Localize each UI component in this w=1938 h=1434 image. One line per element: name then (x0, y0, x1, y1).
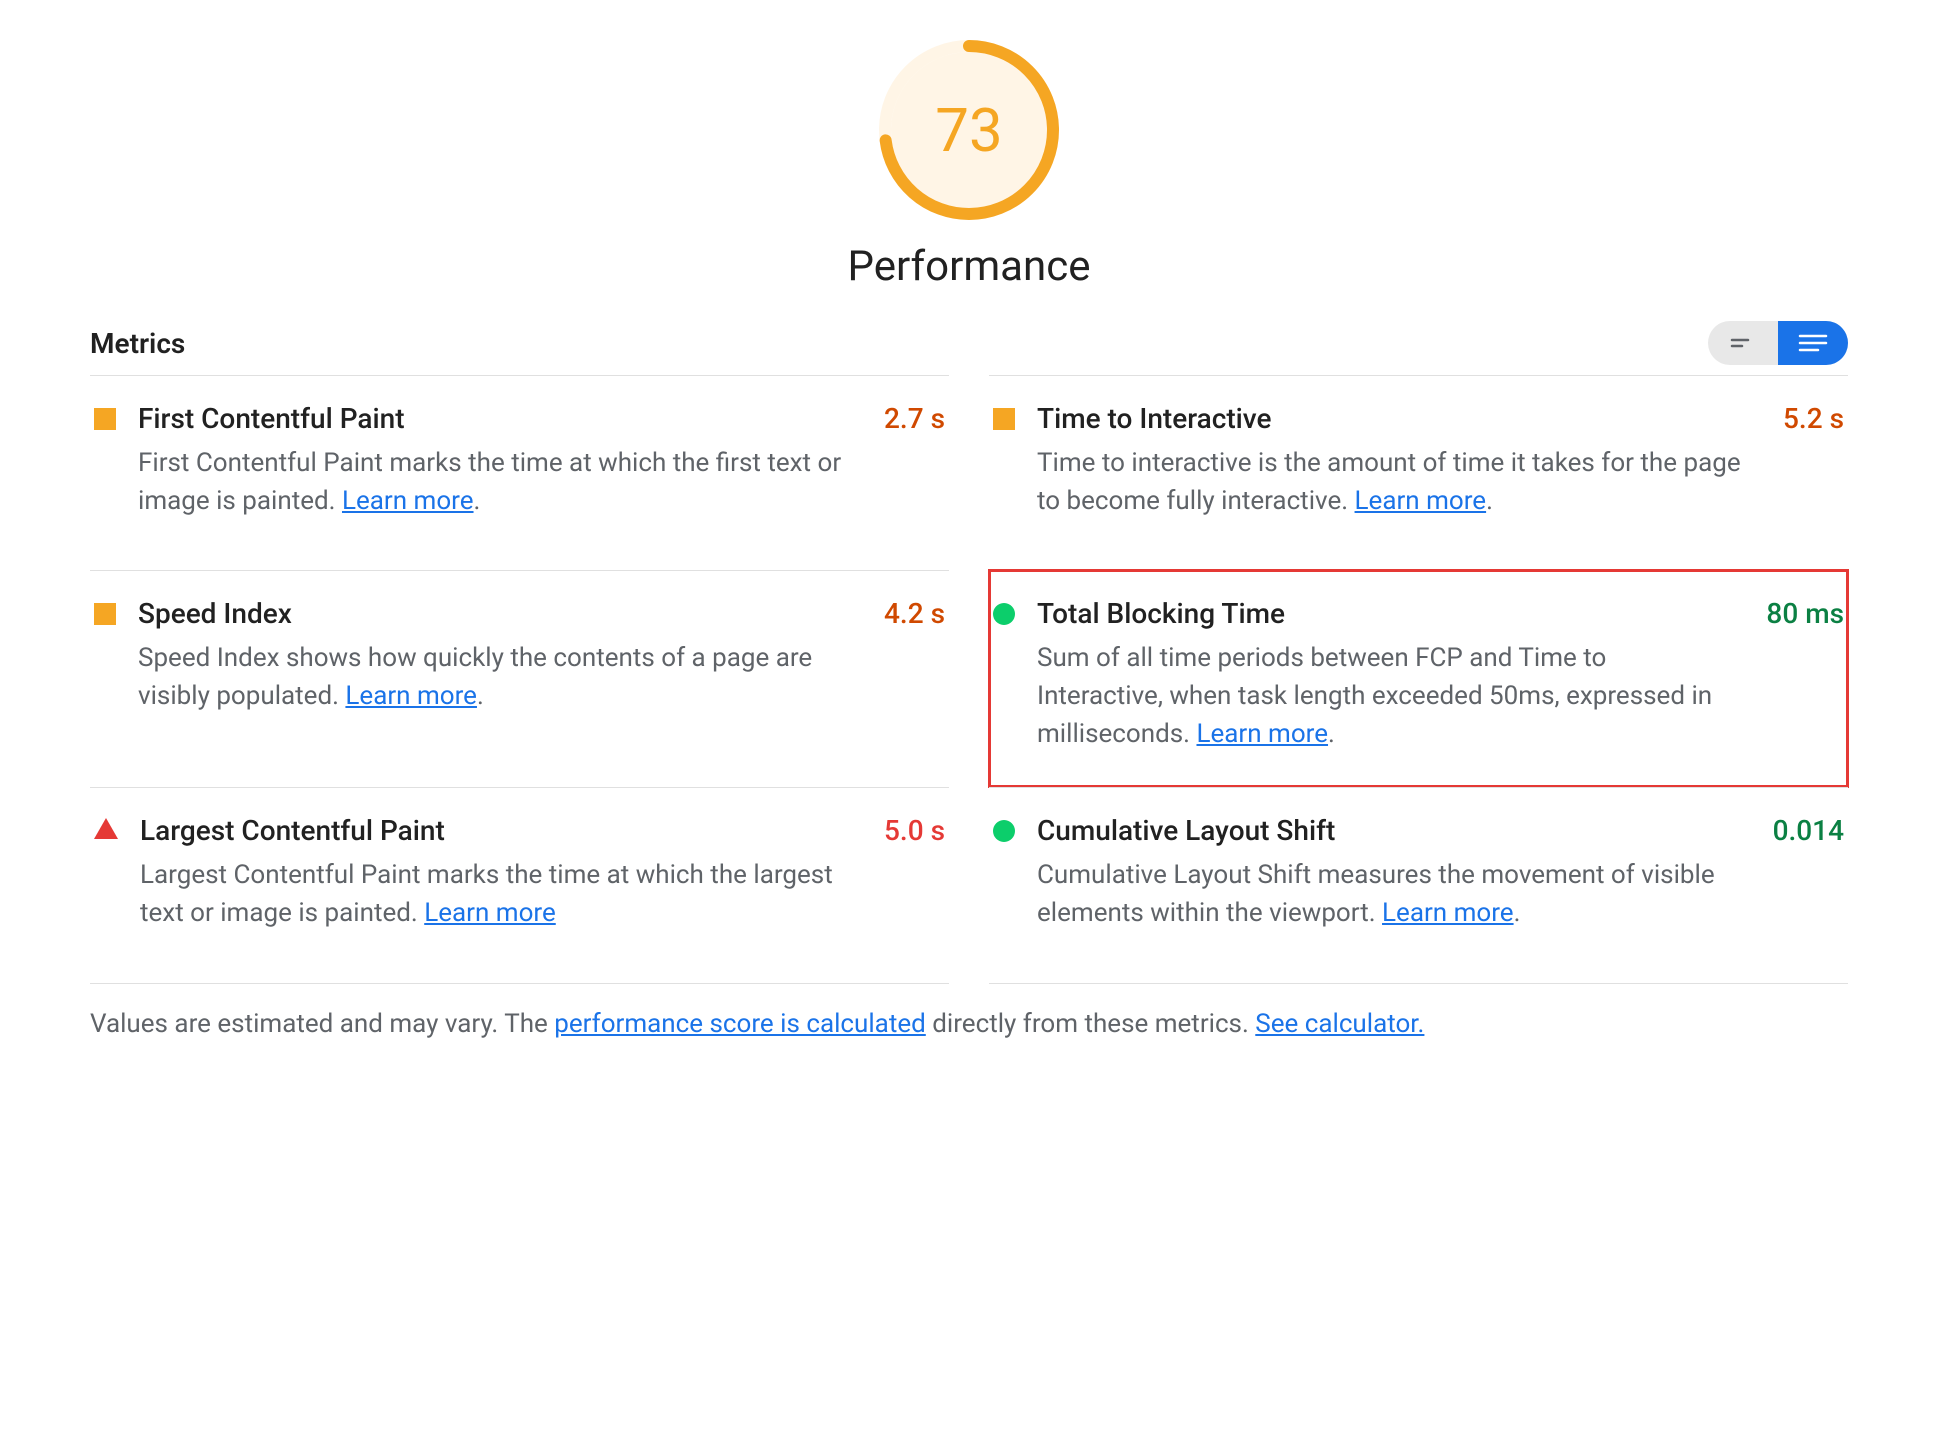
learn-more-link[interactable]: Learn more (424, 898, 556, 928)
toggle-collapsed-button[interactable] (1708, 321, 1778, 365)
learn-more-link[interactable]: Learn more (1196, 719, 1328, 749)
metric-title: Cumulative Layout Shift (1037, 814, 1737, 847)
learn-more-link[interactable]: Learn more (1382, 898, 1514, 928)
score-gauge: 73 (879, 40, 1059, 220)
status-pass-icon (993, 603, 1015, 625)
metric-description: Time to interactive is the amount of tim… (1037, 445, 1747, 520)
category-title: Performance (848, 242, 1091, 291)
view-toggle (1708, 321, 1848, 365)
performance-score-link[interactable]: performance score is calculated (554, 1009, 926, 1039)
learn-more-link[interactable]: Learn more (345, 681, 477, 711)
footer-note: Values are estimated and may vary. The p… (90, 1006, 1848, 1042)
metric-lcp: Largest Contentful Paint Largest Content… (90, 787, 949, 982)
metric-description: Cumulative Layout Shift measures the mov… (1037, 857, 1737, 932)
gauge-score: 73 (879, 40, 1059, 220)
metric-title: Total Blocking Time (1037, 597, 1730, 630)
metric-description: Largest Contentful Paint marks the time … (140, 857, 848, 932)
metric-value: 2.7 s (870, 402, 945, 520)
metric-value: 4.2 s (870, 597, 945, 737)
metrics-heading: Metrics (90, 327, 185, 360)
metric-speed-index: Speed Index Speed Index shows how quickl… (90, 570, 949, 787)
divider (989, 983, 1848, 984)
list-long-icon (1798, 332, 1828, 354)
divider (90, 983, 949, 984)
performance-gauge: 73 Performance (90, 40, 1848, 291)
status-average-icon (94, 603, 116, 625)
metric-value: 80 ms (1752, 597, 1844, 753)
metric-value: 0.014 (1759, 814, 1844, 932)
metric-value: 5.0 s (870, 814, 945, 932)
metric-value: 5.2 s (1769, 402, 1844, 520)
metric-description: First Contentful Paint marks the time at… (138, 445, 848, 520)
list-short-icon (1730, 333, 1756, 353)
metric-title: First Contentful Paint (138, 402, 848, 435)
status-fail-icon (94, 818, 118, 839)
metric-tti: Time to Interactive Time to interactive … (989, 375, 1848, 570)
metric-tbt: Total Blocking Time Sum of all time peri… (989, 570, 1848, 787)
status-average-icon (94, 408, 116, 430)
toggle-expanded-button[interactable] (1778, 321, 1848, 365)
learn-more-link[interactable]: Learn more (342, 486, 474, 516)
metric-fcp: First Contentful Paint First Contentful … (90, 375, 949, 570)
status-pass-icon (993, 820, 1015, 842)
status-average-icon (993, 408, 1015, 430)
metric-title: Largest Contentful Paint (140, 814, 848, 847)
metrics-grid: First Contentful Paint First Contentful … (90, 375, 1848, 984)
learn-more-link[interactable]: Learn more (1355, 486, 1487, 516)
metric-title: Speed Index (138, 597, 848, 630)
metric-description: Speed Index shows how quickly the conten… (138, 640, 848, 715)
metric-cls: Cumulative Layout Shift Cumulative Layou… (989, 787, 1848, 982)
metric-description: Sum of all time periods between FCP and … (1037, 640, 1730, 753)
metric-title: Time to Interactive (1037, 402, 1747, 435)
see-calculator-link[interactable]: See calculator. (1255, 1009, 1424, 1039)
